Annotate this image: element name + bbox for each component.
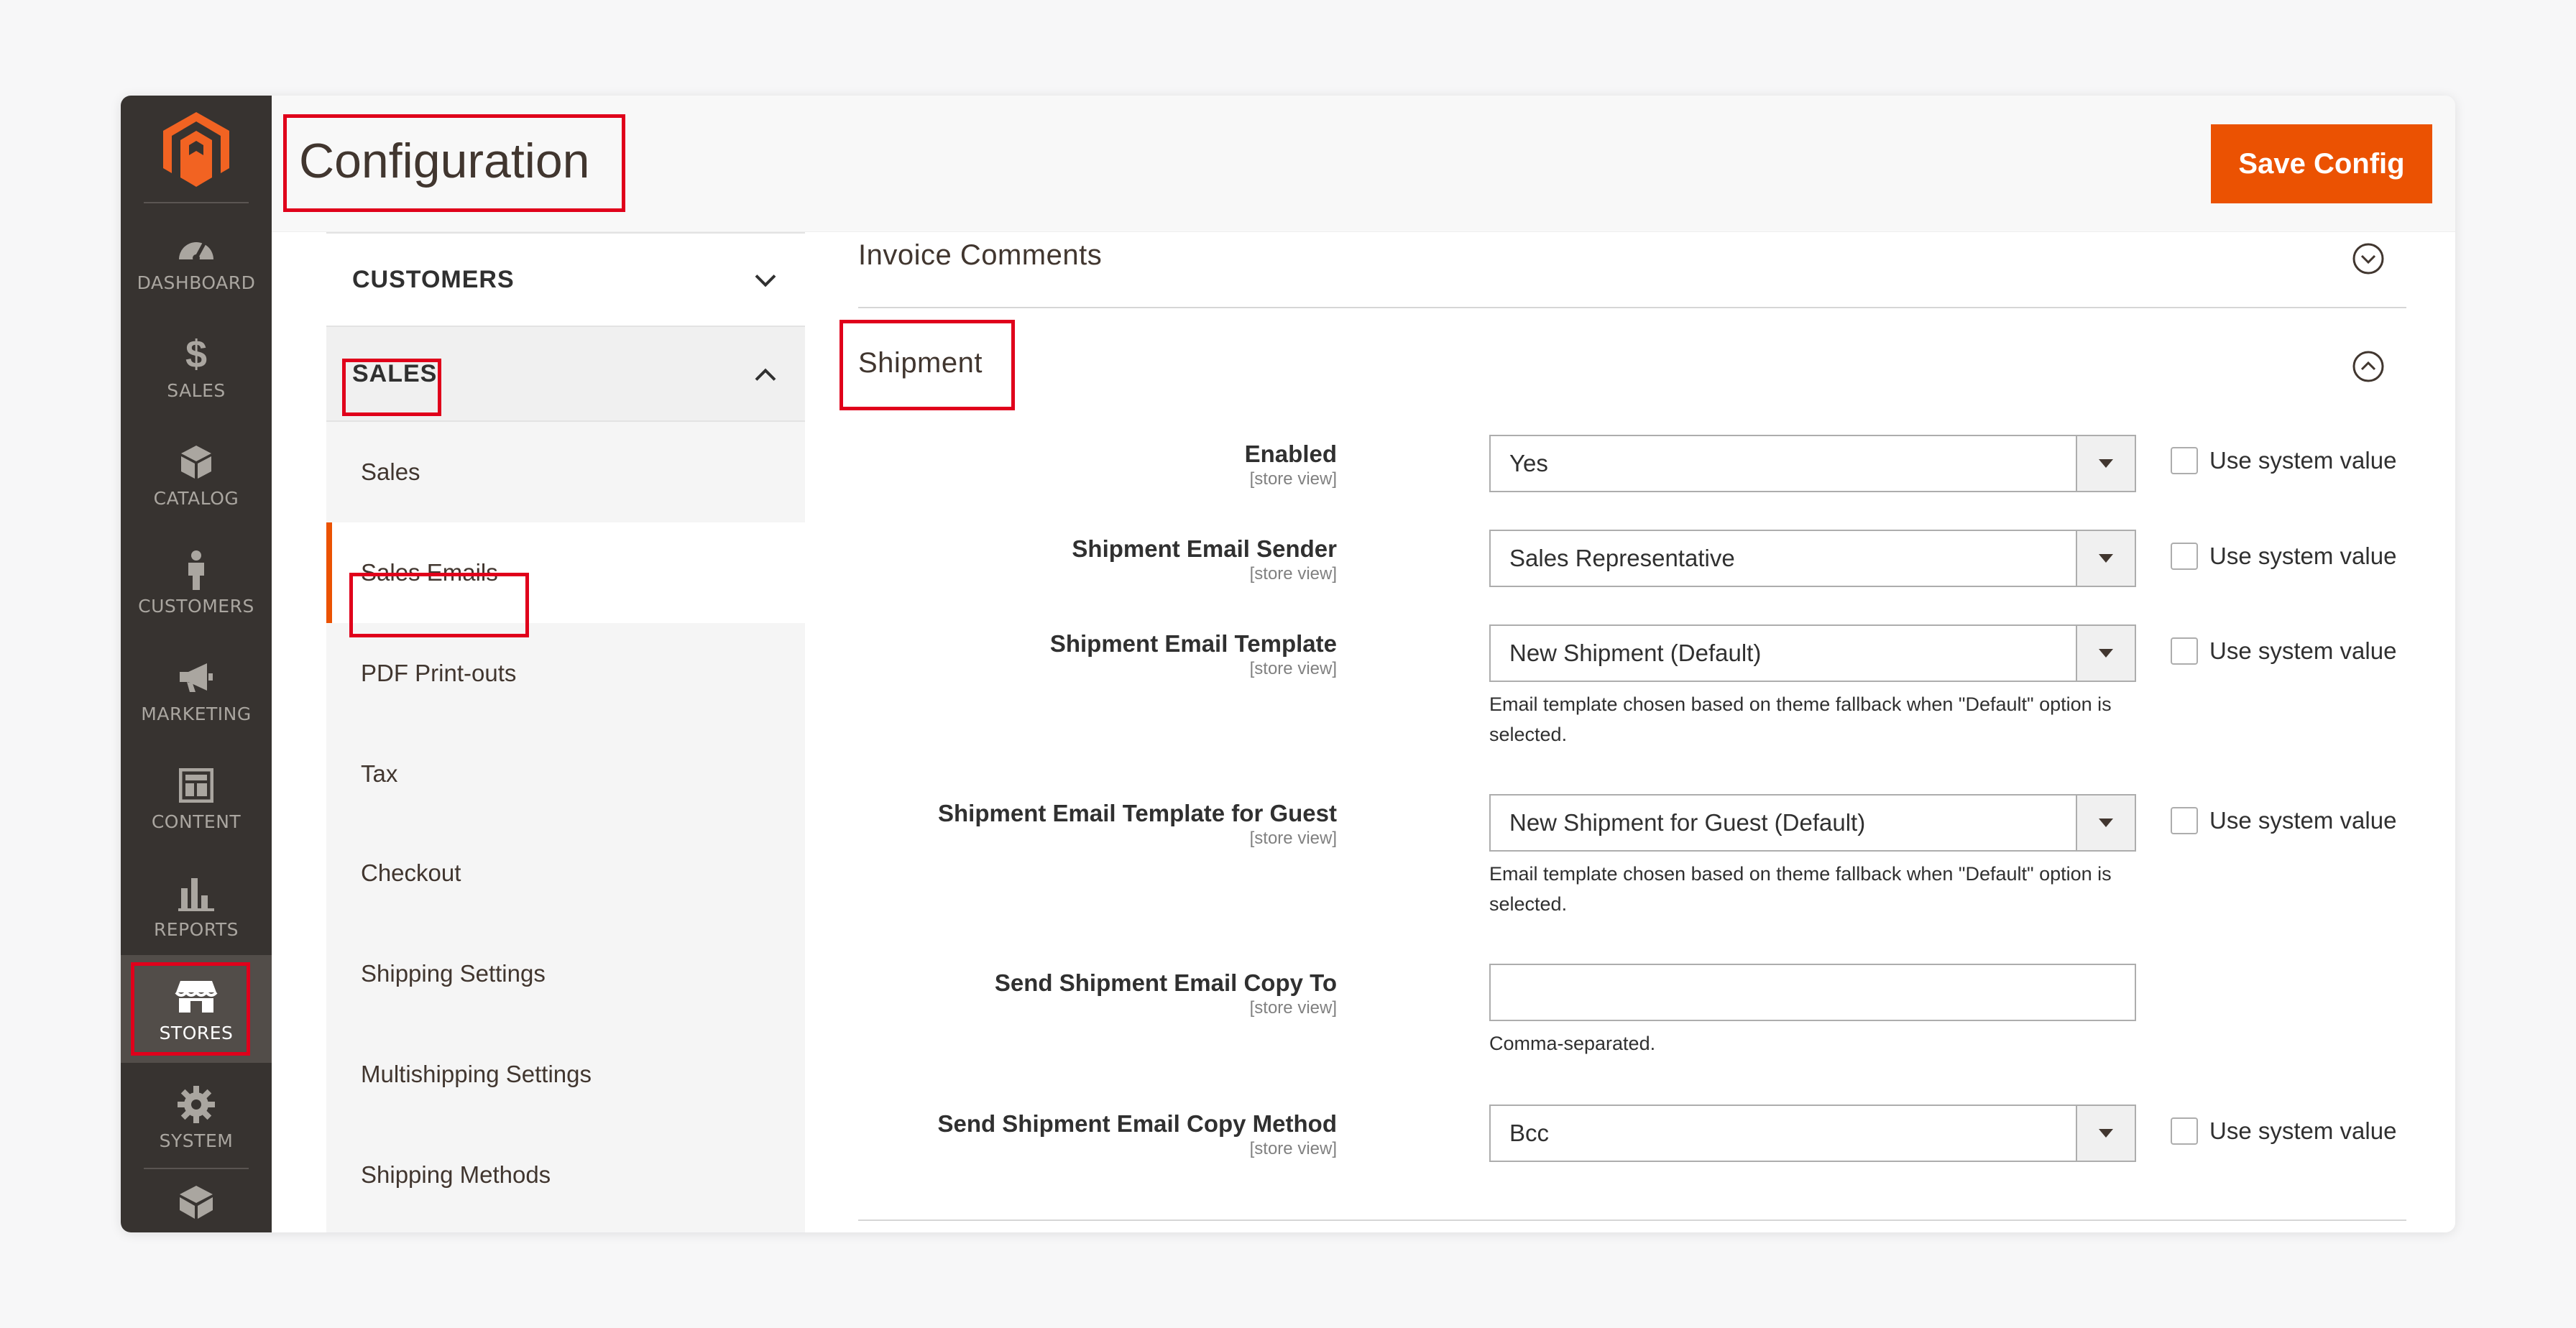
tab-item-sales-emails[interactable]: Sales Emails [326,522,805,623]
person-icon [175,548,218,591]
menu-extensions[interactable] [121,1173,272,1232]
use-system-value-sender[interactable]: Use system value [2171,543,2396,570]
checkbox[interactable] [2171,637,2198,665]
magento-logo[interactable] [121,96,272,203]
box-icon [175,1181,218,1224]
use-system-value-template[interactable]: Use system value [2171,637,2396,665]
layout-icon [175,764,218,807]
tab-sales[interactable]: SALES [326,327,805,422]
tab-item-shipping-settings[interactable]: Shipping Settings [326,923,805,1024]
admin-window: DASHBOARD $ SALES CATALOG CUSTOMERS MARK… [121,96,2455,1232]
use-system-value-guest-template[interactable]: Use system value [2171,807,2396,834]
use-system-value-copy-method[interactable]: Use system value [2171,1117,2396,1145]
section-divider [858,307,2406,308]
label-copy-to: Send Shipment Email Copy To [994,969,1337,996]
scope-label: [store view] [1249,659,1337,678]
scope-label: [store view] [1249,564,1337,584]
config-content: Invoice Comments Shipment Enabled [store… [805,232,2455,1232]
section-invoice-comments[interactable]: Invoice Comments [858,239,1102,272]
magento-logo-icon [163,112,229,187]
guest-template-select[interactable]: New Shipment for Guest (Default) [1489,794,2136,852]
menu-reports[interactable]: REPORTS [121,852,272,959]
menu-catalog[interactable]: CATALOG [121,420,272,528]
checkbox[interactable] [2171,543,2198,570]
storefront-icon [175,975,218,1018]
collapse-circle-icon[interactable] [2352,350,2385,386]
label-enabled: Enabled [1244,441,1337,467]
menu-marketing[interactable]: MARKETING [121,636,272,744]
copy-to-input[interactable] [1489,964,2136,1021]
dropdown-arrow-icon [2076,531,2135,586]
bar-chart-icon [175,872,218,915]
scope-label: [store view] [1249,1139,1337,1158]
gear-icon [175,1083,218,1126]
page-title: Configuration [299,134,590,188]
guest-template-note: Email template chosen based on theme fal… [1489,863,2112,915]
menu-dashboard[interactable]: DASHBOARD [121,205,272,313]
menu-content[interactable]: CONTENT [121,744,272,852]
label-email-template: Shipment Email Template [1049,630,1337,657]
dashboard-icon [175,225,218,268]
dropdown-arrow-icon [2076,436,2135,491]
label-email-sender: Shipment Email Sender [1072,535,1337,562]
menu-separator [144,1168,249,1169]
config-tabs: CUSTOMERS SALES Sales Sales Emails PDF P… [326,232,805,1232]
menu-stores[interactable]: STORES [121,955,272,1063]
tab-item-sales[interactable]: Sales [326,422,805,522]
menu-sales[interactable]: $ SALES [121,313,272,420]
use-system-value-enabled[interactable]: Use system value [2171,447,2396,474]
tab-item-shipping-methods[interactable]: Shipping Methods [326,1125,805,1225]
tab-item-checkout[interactable]: Checkout [326,823,805,923]
copy-to-note: Comma-separated. [1489,1033,1656,1054]
dropdown-arrow-icon [2076,626,2135,681]
cube-icon [175,441,218,484]
admin-menu: DASHBOARD $ SALES CATALOG CUSTOMERS MARK… [121,96,272,1232]
label-copy-method: Send Shipment Email Copy Method [937,1110,1337,1137]
email-template-select[interactable]: New Shipment (Default) [1489,624,2136,682]
expand-circle-icon[interactable] [2352,242,2385,278]
scope-label: [store view] [1249,469,1337,489]
label-guest-template: Shipment Email Template for Guest [938,800,1337,826]
scope-label: [store view] [1249,829,1337,848]
dropdown-arrow-icon [2076,1106,2135,1161]
scope-label: [store view] [1249,998,1337,1018]
page-header: Configuration Save Config [272,96,2455,232]
tab-item-tax[interactable]: Tax [326,724,805,824]
checkbox[interactable] [2171,447,2198,474]
chevron-up-icon [755,360,776,388]
dollar-icon: $ [185,332,208,376]
megaphone-icon [175,656,218,699]
section-shipment[interactable]: Shipment [858,347,983,379]
checkbox[interactable] [2171,807,2198,834]
tab-customers[interactable]: CUSTOMERS [326,232,805,327]
menu-customers[interactable]: CUSTOMERS [121,528,272,636]
template-note: Email template chosen based on theme fal… [1489,693,2112,745]
save-config-button[interactable]: Save Config [2211,124,2432,203]
tab-item-pdf-printouts[interactable]: PDF Print-outs [326,623,805,724]
menu-separator [144,202,249,203]
copy-method-select[interactable]: Bcc [1489,1105,2136,1162]
checkbox[interactable] [2171,1117,2198,1145]
enabled-select[interactable]: Yes [1489,435,2136,492]
email-sender-select[interactable]: Sales Representative [1489,530,2136,587]
tab-item-multishipping-settings[interactable]: Multishipping Settings [326,1024,805,1125]
section-divider [858,1219,2406,1221]
chevron-down-icon [755,266,776,294]
dropdown-arrow-icon [2076,796,2135,850]
menu-system[interactable]: SYSTEM [121,1063,272,1171]
